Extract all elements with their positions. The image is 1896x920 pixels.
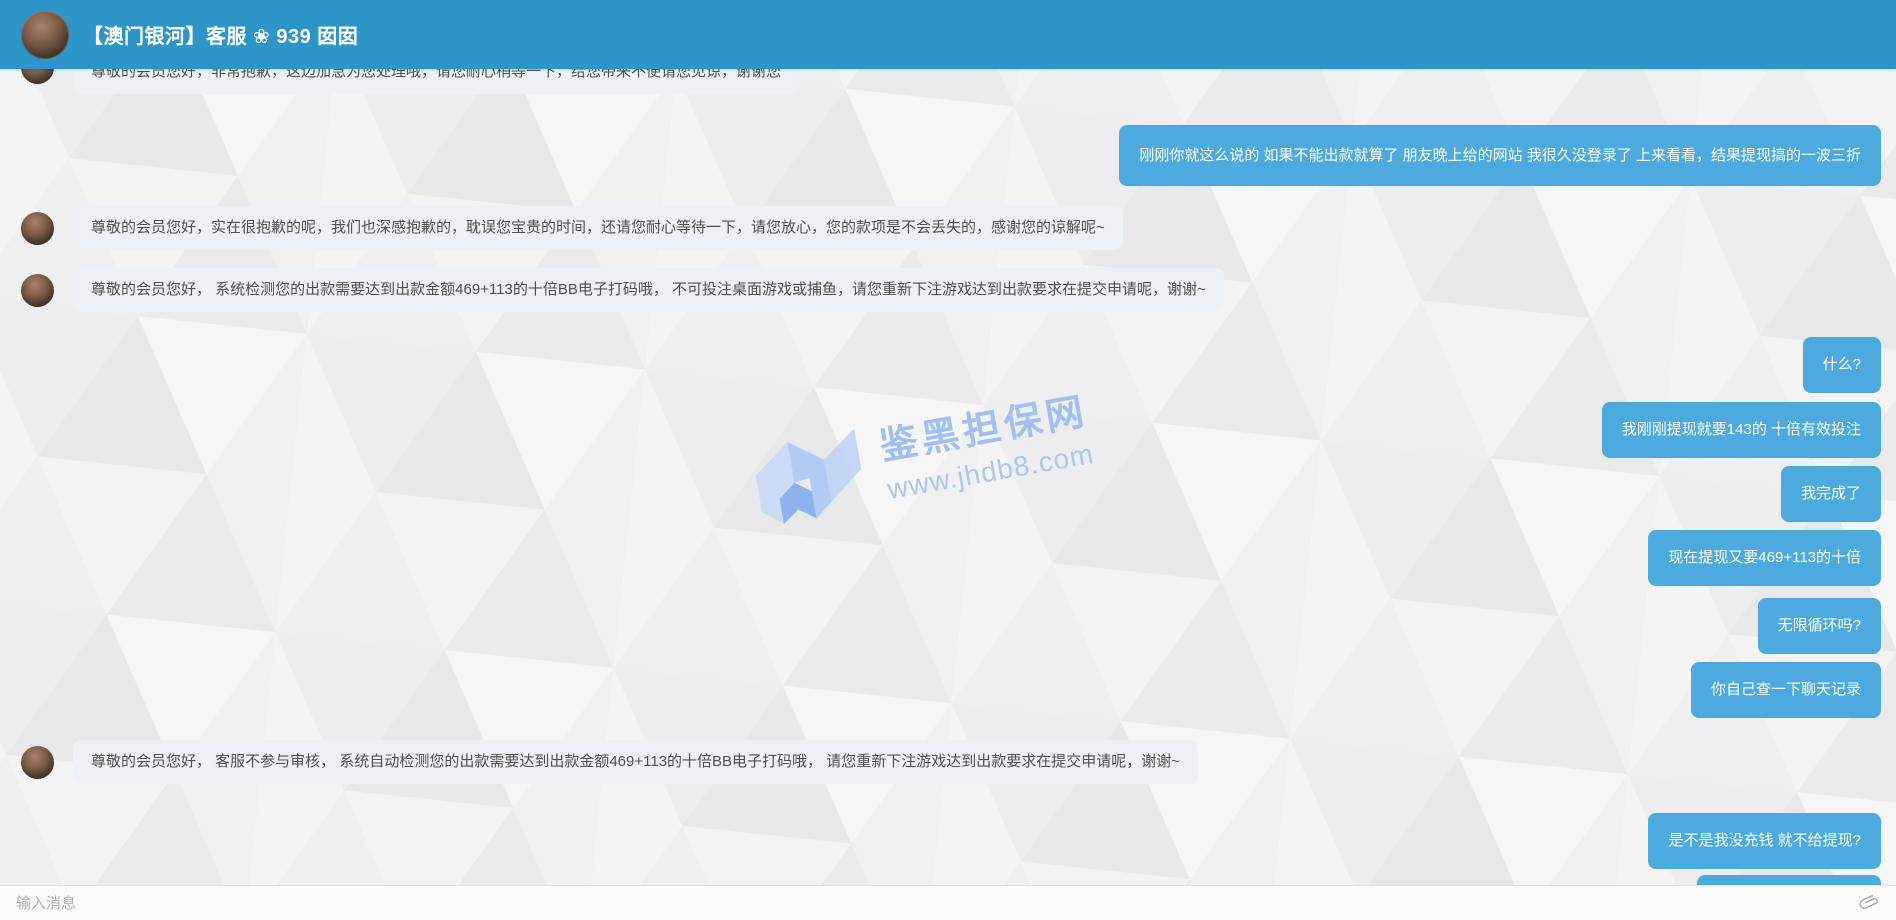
message-row-user: 我刚刚提现就要143的 十倍有效投注 — [0, 402, 1896, 458]
user-message-bubble: 是不是我没充钱 就不给提现? — [1648, 813, 1881, 869]
agent-avatar — [21, 212, 54, 245]
chat-window: 鉴黑担保网 www.jhdb8.com 尊敬的会员您好，非常抱歉，这边加急为您处… — [0, 0, 1896, 920]
message-row-user: 现在提现又要469+113的十倍 — [0, 530, 1896, 586]
chat-scroll-area[interactable]: 尊敬的会员您好，非常抱歉，这边加急为您处理哦，请您耐心稍等一下，给您带来不便请您… — [0, 0, 1896, 885]
user-message-bubble-clipped — [1697, 875, 1881, 885]
paperclip-icon — [1856, 890, 1882, 916]
message-row-user: 刚刚你就这么说的 如果不能出款就算了 朋友晚上给的网站 我很久没登录了 上来看看… — [0, 125, 1896, 186]
message-row-agent: 尊敬的会员您好， 系统检测您的出款需要达到出款金额469+113的十倍BB电子打… — [0, 268, 1896, 312]
user-message-bubble: 你自己查一下聊天记录 — [1691, 662, 1881, 718]
message-row-user: 什么? — [0, 337, 1896, 393]
agent-message-bubble: 尊敬的会员您好， 系统检测您的出款需要达到出款金额469+113的十倍BB电子打… — [73, 268, 1224, 312]
message-input[interactable] — [16, 895, 1848, 912]
user-message-bubble: 刚刚你就这么说的 如果不能出款就算了 朋友晚上给的网站 我很久没登录了 上来看看… — [1119, 125, 1881, 186]
chat-title: 【澳门银河】客服 ❀ 939 囡囡 — [83, 20, 358, 49]
header-avatar — [21, 11, 69, 59]
agent-avatar — [21, 274, 54, 307]
user-message-bubble: 我刚刚提现就要143的 十倍有效投注 — [1602, 402, 1881, 458]
user-message-bubble: 什么? — [1803, 337, 1881, 393]
message-row-agent: 尊敬的会员您好， 客服不参与审核， 系统自动检测您的出款需要达到出款金额469+… — [0, 740, 1896, 784]
message-row-user-partial — [0, 875, 1896, 885]
attach-file-button[interactable] — [1858, 892, 1880, 914]
user-message-bubble: 无限循环吗? — [1758, 598, 1881, 654]
agent-avatar — [21, 746, 54, 779]
agent-message-bubble: 尊敬的会员您好，实在很抱歉的呢，我们也深感抱歉的，耽误您宝贵的时间，还请您耐心等… — [73, 206, 1123, 250]
message-row-user: 无限循环吗? — [0, 598, 1896, 654]
user-message-bubble: 我完成了 — [1781, 466, 1881, 522]
message-composer — [0, 885, 1896, 920]
message-row-user: 是不是我没充钱 就不给提现? — [0, 813, 1896, 869]
message-row-user: 你自己查一下聊天记录 — [0, 662, 1896, 718]
user-message-bubble: 现在提现又要469+113的十倍 — [1648, 530, 1881, 586]
message-row-agent: 尊敬的会员您好，实在很抱歉的呢，我们也深感抱歉的，耽误您宝贵的时间，还请您耐心等… — [0, 206, 1896, 250]
message-row-user: 我完成了 — [0, 466, 1896, 522]
chat-header: 【澳门银河】客服 ❀ 939 囡囡 — [0, 0, 1896, 69]
agent-message-bubble: 尊敬的会员您好， 客服不参与审核， 系统自动检测您的出款需要达到出款金额469+… — [73, 740, 1198, 784]
